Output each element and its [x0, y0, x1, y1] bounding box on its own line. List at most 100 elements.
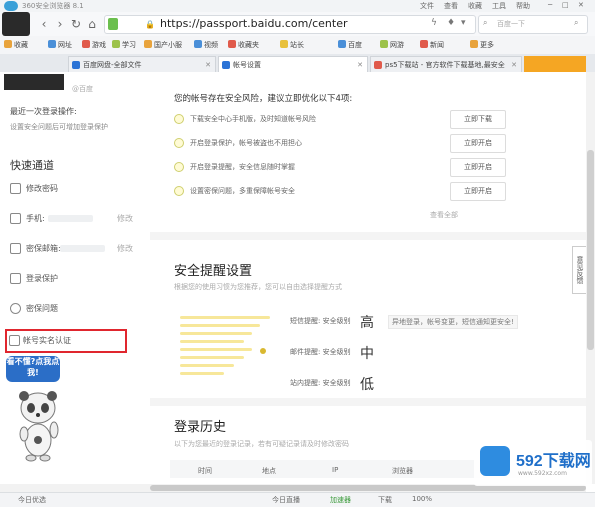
level-high: 高 — [360, 315, 374, 331]
bookmark-item[interactable]: 学习 — [112, 39, 136, 51]
sidebar-item-login-protect[interactable]: 登录保护 — [8, 268, 133, 290]
sidebar-item-change-password[interactable]: 修改密码 — [8, 178, 133, 200]
vertical-scroll-thumb[interactable] — [587, 150, 594, 350]
account-subtitle: @百度 — [72, 85, 93, 93]
tab-bar: 百度网盘-全部文件 ✕ 帐号设置 ✕ ps5下载站 - 官方软件下载基地,最安全 ✕ — [0, 54, 595, 73]
decorative-ray — [180, 340, 244, 343]
enable-login-protect-button[interactable]: 立即开启 — [450, 134, 506, 153]
menu-favorites[interactable]: 收藏 — [468, 1, 482, 11]
back-icon[interactable]: ‹ — [36, 16, 52, 32]
tab-download-site[interactable]: ps5下载站 - 官方软件下载基地,最安全 ✕ — [370, 56, 522, 72]
phone-icon — [10, 213, 21, 224]
alert-settings-desc: 根据您的使用习惯为您推荐，您可以自由选择提醒方式 — [174, 283, 342, 291]
close-tab-icon[interactable]: ✕ — [205, 57, 211, 72]
bookmark-item[interactable]: 百度 — [338, 39, 362, 51]
mail-icon — [10, 243, 21, 254]
alert-settings-title: 安全提醒设置 — [174, 264, 253, 279]
bookmark-item[interactable]: 网游 — [380, 39, 404, 51]
risk-row: 设置密保问题，多重保障帐号安全 立即开启 — [174, 182, 506, 202]
sidebar-item-phone[interactable]: 手机: 修改 — [8, 208, 133, 230]
key-icon — [10, 183, 21, 194]
site-watermark: 592下载网 www.592xz.com — [474, 440, 592, 486]
close-tab-icon[interactable]: ✕ — [357, 57, 363, 72]
browser-logo-icon — [4, 1, 18, 11]
bookmark-item[interactable]: 网址 — [48, 39, 72, 51]
bookmark-item[interactable]: 视频 — [194, 39, 218, 51]
tab-account-settings[interactable]: 帐号设置 ✕ — [218, 56, 368, 72]
watermark-logo-icon — [480, 446, 510, 476]
download-now-button[interactable]: 立即下载 — [450, 110, 506, 129]
search-icon[interactable]: ⌕ — [574, 18, 578, 28]
sidebar-item-realname-verify[interactable]: 帐号实名认证 — [5, 329, 127, 353]
help-bubble[interactable]: 看不懂?点我点我! — [6, 356, 60, 382]
decorative-ray — [180, 372, 224, 375]
warning-icon — [174, 186, 184, 196]
left-sidebar: @百度 最近一次登录操作: 设置安全问题后可增加登录保护 快速通道 修改密码 手… — [0, 72, 151, 484]
forward-icon[interactable]: › — [52, 16, 68, 32]
risk-row: 开启登录提醒，安全信息随时掌握 立即开启 — [174, 158, 506, 178]
navigation-bar: ‹ › ↻ ⌂ 🔒 https://passport.baidu.com/cen… — [0, 12, 595, 37]
dropdown-icon[interactable]: ▾ — [461, 18, 466, 28]
watermark-brand: 592下载网 — [516, 453, 591, 470]
bookmark-item[interactable]: 游戏 — [82, 39, 106, 51]
close-tab-icon[interactable]: ✕ — [511, 57, 517, 72]
column-browser: 浏览器 — [392, 467, 413, 475]
lightning-icon[interactable]: ϟ — [431, 18, 437, 28]
user-avatar-banner — [4, 74, 64, 90]
close-icon[interactable]: ✕ — [578, 1, 584, 9]
menu-file[interactable]: 文件 — [420, 1, 434, 11]
decorative-ray — [180, 356, 244, 359]
bookmark-item[interactable]: 新闻 — [420, 39, 444, 51]
sidebar-item-security-question[interactable]: 密保问题 — [8, 298, 133, 320]
menu-tools[interactable]: 工具 — [492, 1, 506, 11]
status-live[interactable]: 今日直播 — [272, 495, 300, 505]
tab-ad-banner[interactable] — [524, 56, 586, 72]
maximize-icon[interactable]: □ — [562, 1, 569, 9]
search-input[interactable]: 百度一下 — [497, 19, 525, 29]
status-featured[interactable]: 今日优选 — [18, 495, 46, 505]
mascot-bear-icon[interactable] — [14, 388, 62, 462]
status-bar: 今日优选 今日直播 加速器 下载 100% — [0, 492, 595, 507]
level-medium: 中 — [360, 346, 374, 362]
bookmark-item[interactable]: 站长 — [280, 39, 304, 51]
edit-email-link[interactable]: 修改 — [117, 238, 133, 260]
avatar[interactable] — [2, 12, 30, 36]
edit-phone-link[interactable]: 修改 — [117, 208, 133, 230]
set-security-question-button[interactable]: 立即开启 — [450, 182, 506, 201]
search-box[interactable]: ⌕ 百度一下 ⌕ — [478, 15, 588, 34]
sms-alert-tip: 异地登录，帐号变更，短信通知更安全! — [388, 315, 518, 329]
section-divider — [150, 398, 586, 406]
status-accelerator[interactable]: 加速器 — [330, 495, 351, 505]
view-all-link[interactable]: 查看全部 — [430, 210, 458, 220]
bookmark-item[interactable]: 收藏 — [4, 39, 28, 51]
refresh-icon[interactable]: ↻ — [68, 16, 84, 32]
menu-view[interactable]: 查看 — [444, 1, 458, 11]
menu-help[interactable]: 帮助 — [516, 1, 530, 11]
sidebar-item-email[interactable]: 密保邮箱: 修改 — [8, 238, 133, 260]
level-indicator-dot — [260, 348, 266, 354]
search-engine-icon[interactable]: ⌕ — [483, 18, 487, 28]
minimize-icon[interactable]: ─ — [548, 1, 552, 9]
bookmark-item[interactable]: 更多 — [470, 39, 494, 51]
status-download[interactable]: 下载 — [378, 495, 392, 505]
home-icon[interactable]: ⌂ — [84, 16, 100, 32]
url-text[interactable]: https://passport.baidu.com/center — [160, 17, 347, 30]
mic-icon[interactable]: ♦ — [447, 18, 455, 28]
status-zoom[interactable]: 100% — [412, 495, 432, 503]
watermark-url: www.592xz.com — [518, 470, 567, 477]
bookmark-item[interactable]: 收藏夹 — [228, 39, 259, 51]
column-ip: IP — [332, 466, 339, 474]
decorative-ray — [180, 364, 234, 367]
address-bar[interactable]: 🔒 https://passport.baidu.com/center ϟ ♦ … — [104, 15, 476, 34]
login-history-desc: 以下为您最近的登录记录，若有可疑记录请及时修改密码 — [174, 440, 349, 448]
masked-email-value — [60, 245, 105, 252]
enable-login-alert-button[interactable]: 立即开启 — [450, 158, 506, 177]
login-protect-icon — [10, 273, 21, 284]
bookmark-item[interactable]: 国产小服 — [144, 39, 182, 51]
decorative-ray — [180, 348, 252, 351]
feedback-tab[interactable]: 意见反馈 — [572, 246, 587, 294]
tab-baidu-pan[interactable]: 百度网盘-全部文件 ✕ — [68, 56, 216, 72]
decorative-ray — [180, 332, 252, 335]
question-icon — [10, 303, 21, 314]
warning-icon — [174, 114, 184, 124]
